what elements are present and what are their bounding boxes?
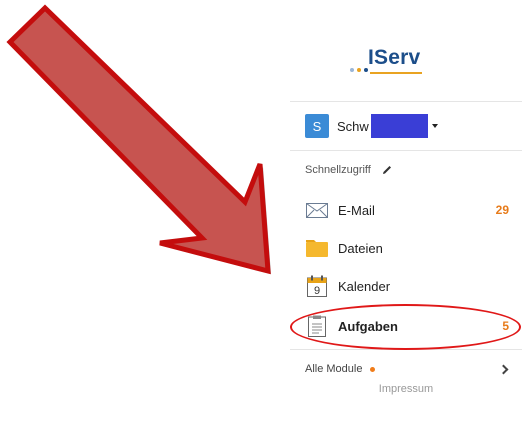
nav-label-email: E-Mail [338,202,375,218]
all-modules-label: Alle Module [305,363,363,375]
notification-dot [370,366,376,372]
nav-label-calendar: Kalender [338,278,391,294]
tasks-count-badge: 5 [502,319,509,333]
iserv-logo[interactable]: IServ [350,46,450,86]
quick-access-label: Schnellzugriff [305,164,371,176]
calendar-icon: 9 [305,275,329,297]
nav-label-files: Dateien [338,240,383,256]
impressum-link[interactable]: Impressum [290,383,522,395]
nav-item-files[interactable]: Dateien [305,234,517,262]
divider-user [290,150,522,151]
nav-item-email[interactable]: E-Mail 29 [305,196,517,224]
divider-top [290,101,522,102]
nav-item-calendar[interactable]: 9 Kalender [305,272,517,300]
caret-down-icon [431,124,438,128]
logo-text: IServ [368,46,421,69]
user-name: Schw [337,118,369,134]
divider-modules [290,349,522,350]
redacted-name-block [370,114,428,138]
pencil-icon[interactable] [381,164,393,176]
logo-underline [370,72,422,74]
calendar-day: 9 [314,285,320,297]
envelope-icon [305,199,329,221]
logo-dots [350,68,368,72]
email-count-badge: 29 [495,203,509,217]
clipboard-icon [305,315,329,337]
iserv-sidebar: IServ S Schw Schnellzugriff E-Mail 29 Da… [290,0,522,428]
all-modules-link[interactable]: Alle Module [305,360,517,378]
avatar: S [305,114,329,138]
chevron-right-icon [498,364,509,374]
user-menu[interactable]: S Schw [305,114,438,138]
quick-access-header: Schnellzugriff [305,164,393,176]
folder-icon [305,237,329,259]
nav-label-tasks: Aufgaben [338,318,398,334]
nav-item-tasks[interactable]: Aufgaben 5 [305,312,517,340]
